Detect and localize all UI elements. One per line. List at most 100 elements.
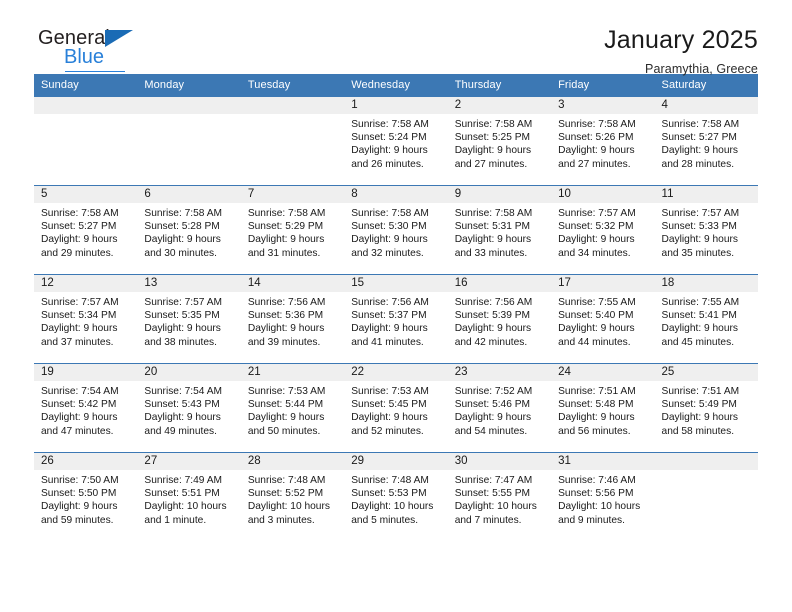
day-details: Sunrise: 7:58 AM Sunset: 5:24 PM Daylight:…	[344, 114, 447, 171]
day-details: Sunrise: 7:55 AM Sunset: 5:41 PM Daylight:…	[655, 292, 758, 349]
weekday-header-thursday: Thursday	[447, 74, 552, 97]
calendar-day-cell[interactable]: 23 Sunrise: 7:52 AM Sunset: 5:46 PM Dayligh…	[447, 363, 552, 453]
general-blue-logo[interactable]: General Blue	[34, 26, 164, 74]
detail-sunrise: Sunrise: 7:57 AM	[661, 208, 740, 219]
detail-daylight-line1: Daylight: 9 hours	[558, 145, 635, 157]
calendar-day-cell[interactable]: 6 Sunrise: 7:58 AM Sunset: 5:28 PM Daylight…	[137, 185, 241, 275]
day-number: 21	[240, 364, 345, 381]
day-number: 5	[34, 186, 138, 203]
calendar-day-cell[interactable]: 30 Sunrise: 7:47 AM Sunset: 5:55 PM Dayligh…	[447, 452, 552, 542]
calendar-header-row: Sunday Monday Tuesday Wednesday Thursday Frid…	[34, 74, 758, 97]
calendar-cell-inner: 11 Sunrise: 7:57 AM Sunset: 5:33 PM Dayligh…	[654, 186, 758, 274]
calendar-day-cell[interactable]: 11 Sunrise: 7:57 AM Sunset: 5:33 PM Dayligh…	[654, 185, 758, 275]
detail-sunset: Sunset: 5:51 PM	[144, 488, 220, 500]
calendar-cell-empty	[654, 452, 758, 542]
detail-sunset: Sunset: 5:56 PM	[558, 488, 634, 500]
logo-word-blue: Blue	[64, 46, 105, 68]
calendar-cell-empty	[240, 96, 345, 186]
detail-sunrise: Sunrise: 7:56 AM	[454, 297, 533, 308]
calendar-cell-inner: 26 Sunrise: 7:50 AM Sunset: 5:50 PM Dayligh…	[34, 453, 138, 542]
calendar-day-cell[interactable]: 10 Sunrise: 7:57 AM Sunset: 5:32 PM Dayligh…	[551, 185, 655, 275]
calendar-day-cell[interactable]: 27 Sunrise: 7:49 AM Sunset: 5:51 PM Dayligh…	[137, 452, 241, 542]
day-details: Sunrise: 7:58 AM Sunset: 5:27 PM Daylight:…	[34, 203, 137, 260]
detail-daylight-line2: and 26 minutes.	[351, 158, 424, 170]
calendar-cell-inner: 22 Sunrise: 7:53 AM Sunset: 5:45 PM Dayligh…	[344, 364, 448, 452]
calendar-day-cell[interactable]: 14 Sunrise: 7:56 AM Sunset: 5:36 PM Dayligh…	[240, 274, 345, 364]
detail-sunrise: Sunrise: 7:52 AM	[454, 386, 533, 397]
detail-daylight-line2: and 27 minutes.	[454, 158, 528, 170]
calendar-cell-inner: 3 Sunrise: 7:58 AM Sunset: 5:26 PM Daylight…	[551, 97, 655, 185]
detail-daylight-line1: Daylight: 9 hours	[351, 145, 428, 157]
calendar-day-cell[interactable]: 31 Sunrise: 7:46 AM Sunset: 5:56 PM Dayligh…	[551, 452, 655, 542]
calendar-day-cell[interactable]: 3 Sunrise: 7:58 AM Sunset: 5:26 PM Daylight…	[551, 96, 655, 186]
calendar-cell-inner: 31 Sunrise: 7:46 AM Sunset: 5:56 PM Dayligh…	[551, 453, 655, 542]
day-number: 22	[344, 364, 448, 381]
calendar-cell-inner	[240, 97, 345, 185]
day-details: Sunrise: 7:58 AM Sunset: 5:30 PM Daylight:…	[344, 203, 447, 260]
calendar-day-cell[interactable]: 1 Sunrise: 7:58 AM Sunset: 5:24 PM Daylight…	[344, 96, 448, 186]
detail-sunrise: Sunrise: 7:48 AM	[351, 475, 429, 486]
page-subtitle: Paramythia, Greece	[645, 61, 758, 76]
day-details: Sunrise: 7:47 AM Sunset: 5:55 PM Daylight:…	[448, 470, 551, 527]
calendar-cell-inner: 18 Sunrise: 7:55 AM Sunset: 5:41 PM Dayligh…	[654, 275, 758, 363]
day-number: 14	[240, 275, 345, 292]
calendar-cell-inner: 13 Sunrise: 7:57 AM Sunset: 5:35 PM Dayligh…	[137, 275, 241, 363]
calendar-day-cell[interactable]: 26 Sunrise: 7:50 AM Sunset: 5:50 PM Dayligh…	[34, 452, 138, 542]
calendar-day-cell[interactable]: 29 Sunrise: 7:48 AM Sunset: 5:53 PM Dayligh…	[344, 452, 448, 542]
calendar-day-cell[interactable]: 15 Sunrise: 7:56 AM Sunset: 5:37 PM Dayligh…	[344, 274, 448, 364]
detail-sunrise: Sunrise: 7:56 AM	[247, 297, 326, 308]
calendar-cell-inner: 2 Sunrise: 7:58 AM Sunset: 5:25 PM Daylight…	[447, 97, 552, 185]
detail-daylight-line1: Daylight: 9 hours	[661, 234, 738, 246]
day-details: Sunrise: 7:57 AM Sunset: 5:34 PM Daylight:…	[34, 292, 137, 349]
detail-daylight-line2: and 32 minutes.	[351, 247, 424, 259]
detail-sunrise: Sunrise: 7:54 AM	[41, 386, 119, 397]
detail-daylight-line1: Daylight: 10 hours	[247, 501, 330, 513]
detail-sunrise: Sunrise: 7:58 AM	[247, 208, 326, 219]
detail-daylight-line2: and 28 minutes.	[661, 158, 735, 170]
calendar-cell-empty	[34, 96, 138, 186]
day-number: 30	[447, 453, 552, 470]
day-number: 3	[551, 97, 655, 114]
detail-daylight-line2: and 7 minutes.	[454, 514, 522, 526]
detail-daylight-line2: and 3 minutes.	[247, 514, 315, 526]
calendar-day-cell[interactable]: 19 Sunrise: 7:54 AM Sunset: 5:42 PM Dayligh…	[34, 363, 138, 453]
detail-daylight-line2: and 29 minutes.	[41, 247, 114, 259]
detail-sunrise: Sunrise: 7:58 AM	[558, 119, 636, 130]
calendar-day-cell[interactable]: 21 Sunrise: 7:53 AM Sunset: 5:44 PM Dayligh…	[240, 363, 345, 453]
calendar-cell-inner: 25 Sunrise: 7:51 AM Sunset: 5:49 PM Dayligh…	[654, 364, 758, 452]
day-number: 9	[447, 186, 552, 203]
calendar-week-row: 19 Sunrise: 7:54 AM Sunset: 5:42 PM Dayligh…	[34, 363, 758, 453]
calendar-day-cell[interactable]: 25 Sunrise: 7:51 AM Sunset: 5:49 PM Dayligh…	[654, 363, 758, 453]
detail-sunset: Sunset: 5:27 PM	[661, 132, 737, 144]
detail-daylight-line1: Daylight: 9 hours	[351, 323, 428, 335]
calendar-day-cell[interactable]: 2 Sunrise: 7:58 AM Sunset: 5:25 PM Daylight…	[447, 96, 552, 186]
calendar-day-cell[interactable]: 24 Sunrise: 7:51 AM Sunset: 5:48 PM Dayligh…	[551, 363, 655, 453]
calendar-day-cell[interactable]: 22 Sunrise: 7:53 AM Sunset: 5:45 PM Dayligh…	[344, 363, 448, 453]
calendar-cell-inner: 19 Sunrise: 7:54 AM Sunset: 5:42 PM Dayligh…	[34, 364, 138, 452]
title-block: January 2025 Paramythia, Greece	[604, 26, 758, 76]
calendar-day-cell[interactable]: 5 Sunrise: 7:58 AM Sunset: 5:27 PM Daylight…	[34, 185, 138, 275]
day-number: 27	[137, 453, 241, 470]
detail-sunset: Sunset: 5:39 PM	[454, 310, 531, 322]
calendar-day-cell[interactable]: 18 Sunrise: 7:55 AM Sunset: 5:41 PM Dayligh…	[654, 274, 758, 364]
calendar-day-cell[interactable]: 4 Sunrise: 7:58 AM Sunset: 5:27 PM Daylight…	[654, 96, 758, 186]
calendar-day-cell[interactable]: 7 Sunrise: 7:58 AM Sunset: 5:29 PM Daylight…	[240, 185, 345, 275]
detail-daylight-line2: and 58 minutes.	[661, 425, 735, 437]
calendar-day-cell[interactable]: 8 Sunrise: 7:58 AM Sunset: 5:30 PM Daylight…	[344, 185, 448, 275]
calendar-cell-inner: 21 Sunrise: 7:53 AM Sunset: 5:44 PM Dayligh…	[240, 364, 345, 452]
calendar-day-cell[interactable]: 13 Sunrise: 7:57 AM Sunset: 5:35 PM Dayligh…	[137, 274, 241, 364]
detail-sunset: Sunset: 5:30 PM	[351, 221, 427, 233]
detail-sunset: Sunset: 5:34 PM	[41, 310, 117, 322]
calendar-cell-empty	[137, 96, 241, 186]
calendar-day-cell[interactable]: 20 Sunrise: 7:54 AM Sunset: 5:43 PM Dayligh…	[137, 363, 241, 453]
calendar-day-cell[interactable]: 9 Sunrise: 7:58 AM Sunset: 5:31 PM Daylight…	[447, 185, 552, 275]
calendar-day-cell[interactable]: 16 Sunrise: 7:56 AM Sunset: 5:39 PM Dayligh…	[447, 274, 552, 364]
calendar-day-cell[interactable]: 17 Sunrise: 7:55 AM Sunset: 5:40 PM Dayligh…	[551, 274, 655, 364]
day-details: Sunrise: 7:48 AM Sunset: 5:52 PM Daylight:…	[241, 470, 344, 527]
detail-sunrise: Sunrise: 7:51 AM	[661, 386, 740, 397]
calendar-day-cell[interactable]: 12 Sunrise: 7:57 AM Sunset: 5:34 PM Dayligh…	[34, 274, 138, 364]
day-details: Sunrise: 7:58 AM Sunset: 5:27 PM Daylight:…	[655, 114, 758, 171]
calendar-day-cell[interactable]: 28 Sunrise: 7:48 AM Sunset: 5:52 PM Dayligh…	[240, 452, 345, 542]
detail-daylight-line2: and 42 minutes.	[454, 336, 528, 348]
detail-sunset: Sunset: 5:29 PM	[247, 221, 324, 233]
